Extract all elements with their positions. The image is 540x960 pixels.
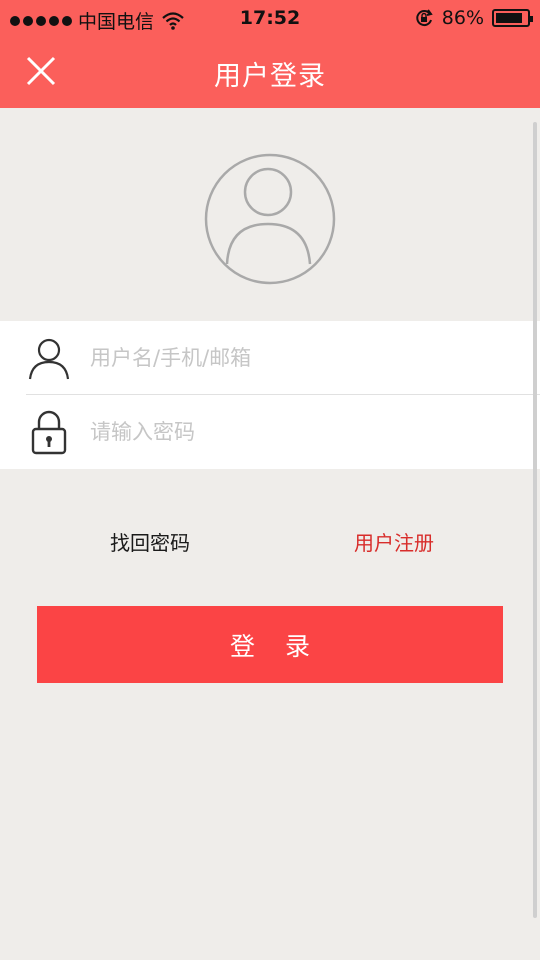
login-form [0, 321, 540, 469]
password-row [0, 395, 540, 469]
battery-percent: 86% [441, 7, 484, 29]
status-bar: 中国电信 17:52 86% [0, 0, 540, 38]
forgot-password-link[interactable]: 找回密码 [110, 527, 190, 556]
page-title: 用户登录 [214, 61, 326, 92]
register-link[interactable]: 用户注册 [354, 527, 434, 556]
nav-bar: 用户登录 [0, 38, 540, 108]
battery-icon [492, 9, 533, 27]
scrollbar[interactable] [533, 122, 537, 918]
orientation-lock-icon [416, 9, 433, 27]
top-bar: 中国电信 17:52 86% 用户登录 [0, 0, 540, 108]
password-input[interactable] [90, 407, 510, 457]
battery-level [496, 13, 522, 23]
login-button[interactable]: 登录 [37, 606, 503, 683]
user-avatar-icon [203, 152, 337, 286]
username-input[interactable] [90, 333, 510, 383]
user-icon [28, 338, 70, 380]
lock-icon [31, 410, 67, 455]
status-right: 86% [414, 7, 533, 29]
username-row [0, 321, 540, 395]
